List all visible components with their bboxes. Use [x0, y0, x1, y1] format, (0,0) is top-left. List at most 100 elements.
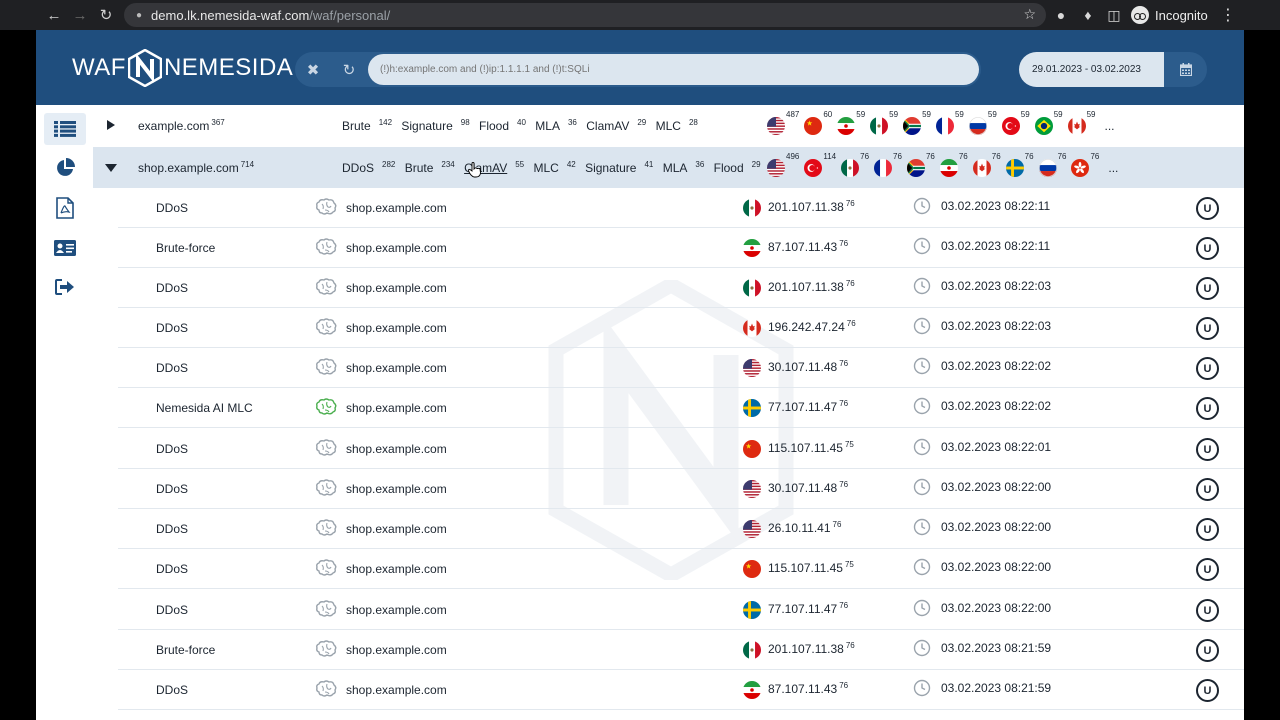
country-item[interactable]: 76: [874, 153, 902, 177]
unblock-button[interactable]: U: [1196, 277, 1219, 300]
country-item[interactable]: 59: [870, 111, 898, 135]
attack-type[interactable]: ClamAV 29: [586, 119, 646, 134]
back-icon[interactable]: ←: [41, 0, 67, 30]
unblock-button[interactable]: U: [1196, 518, 1219, 541]
calendar-button[interactable]: [1164, 52, 1207, 87]
sidepanel-icon[interactable]: ◫: [1105, 6, 1123, 24]
more-countries[interactable]: ...: [1105, 119, 1115, 133]
sidebar-item-logout[interactable]: [44, 271, 86, 303]
country-item[interactable]: 76: [1071, 153, 1099, 177]
ip-address[interactable]: 26.10.11.41 76: [768, 521, 841, 536]
attack-type[interactable]: MLA 36: [535, 119, 577, 134]
ip-address[interactable]: 115.107.11.45 75: [768, 561, 854, 576]
attack-type[interactable]: MLC 42: [533, 161, 575, 176]
extension-icon[interactable]: ●: [1052, 6, 1070, 24]
summary-row-shop[interactable]: shop.example.com 714 DDoS 282 Brute 234 Cla…: [93, 147, 1244, 188]
clear-search-button[interactable]: ✖: [295, 52, 331, 87]
attack-type[interactable]: MLA 36: [663, 161, 705, 176]
date-range-input[interactable]: 29.01.2023 - 03.02.2023: [1019, 52, 1164, 87]
country-item[interactable]: 59: [968, 111, 997, 135]
table-row[interactable]: DDoS shop.example.com 30.107.11.48 76 03.…: [118, 469, 1244, 509]
ip-address[interactable]: 201.107.11.38 76: [768, 280, 855, 295]
host-label: shop.example.com: [346, 321, 447, 335]
attack-type[interactable]: Signature 41: [585, 161, 653, 176]
refresh-button[interactable]: ↻: [331, 52, 367, 87]
ip-address[interactable]: 30.107.11.48 76: [768, 360, 848, 375]
table-row[interactable]: DDoS shop.example.com 201.107.11.38 76 03…: [118, 268, 1244, 308]
sidebar-item-profile[interactable]: [44, 232, 86, 264]
attack-type[interactable]: Brute 234: [405, 161, 455, 176]
table-row[interactable]: Brute-force shop.example.com 87.107.11.4…: [118, 228, 1244, 268]
country-item[interactable]: 59: [1067, 111, 1096, 135]
search-input[interactable]: [368, 54, 979, 85]
ip-address[interactable]: 196.242.47.24 76: [768, 320, 856, 335]
sidebar-item-statistics[interactable]: [44, 152, 86, 184]
ip-address[interactable]: 201.107.11.38 76: [768, 642, 855, 657]
country-item[interactable]: 59: [837, 111, 865, 135]
country-item[interactable]: 496: [767, 153, 799, 177]
incognito-badge[interactable]: Incognito: [1131, 5, 1208, 25]
attack-type[interactable]: DDoS 282: [342, 161, 395, 176]
table-row[interactable]: Nemesida AI MLC shop.example.com 77.107.…: [118, 388, 1244, 428]
unblock-button[interactable]: U: [1196, 438, 1219, 461]
attack-type[interactable]: Signature 98: [401, 119, 469, 134]
table-row[interactable]: DDoS shop.example.com 87.107.11.43 76 03.…: [118, 670, 1244, 710]
unblock-button[interactable]: U: [1196, 639, 1219, 662]
expand-caret-icon[interactable]: [107, 120, 115, 130]
unblock-button[interactable]: U: [1196, 397, 1219, 420]
country-item[interactable]: 76: [972, 153, 1001, 177]
unblock-button[interactable]: U: [1196, 558, 1219, 581]
sidebar-item-reports[interactable]: [44, 192, 86, 224]
country-item[interactable]: 76: [939, 153, 968, 177]
country-item[interactable]: 76: [1038, 153, 1066, 177]
country-item[interactable]: 76: [1005, 153, 1034, 177]
forward-icon[interactable]: →: [67, 0, 93, 30]
more-countries[interactable]: ...: [1108, 161, 1118, 175]
bookmark-star-icon[interactable]: ☆: [1023, 6, 1036, 23]
country-item[interactable]: 487: [767, 111, 799, 135]
sidebar-item-events[interactable]: [44, 113, 86, 145]
country-item[interactable]: 59: [1034, 111, 1063, 135]
unblock-button[interactable]: U: [1196, 599, 1219, 622]
attack-type[interactable]: Flood 40: [479, 119, 526, 134]
ip-address[interactable]: 30.107.11.48 76: [768, 481, 848, 496]
attack-type[interactable]: Brute 142: [342, 119, 392, 134]
table-row[interactable]: DDoS shop.example.com 115.107.11.45 75 03…: [118, 429, 1244, 469]
country-item[interactable]: 59: [935, 111, 964, 135]
ip-address[interactable]: 115.107.11.45 75: [768, 441, 854, 456]
ip-address[interactable]: 77.107.11.47 76: [768, 400, 848, 415]
country-item[interactable]: 76: [906, 153, 935, 177]
table-row[interactable]: DDoS shop.example.com 201.107.11.38 76 03…: [118, 188, 1244, 228]
table-row[interactable]: DDoS shop.example.com 77.107.11.47 76 03.…: [118, 590, 1244, 630]
table-row[interactable]: Brute-force shop.example.com 201.107.11.…: [118, 630, 1244, 670]
collapse-caret-icon[interactable]: [105, 164, 117, 172]
unblock-button[interactable]: U: [1196, 679, 1219, 702]
table-row[interactable]: DDoS shop.example.com 196.242.47.24 76 03…: [118, 308, 1244, 348]
country-item[interactable]: 59: [1001, 111, 1030, 135]
country-item[interactable]: 60: [804, 111, 832, 135]
refresh-icon: ↻: [342, 61, 356, 79]
unblock-button[interactable]: U: [1196, 357, 1219, 380]
attack-type[interactable]: MLC 28: [656, 119, 698, 134]
country-item[interactable]: 59: [903, 111, 931, 135]
table-row[interactable]: DDoS shop.example.com 26.10.11.41 76 03.0…: [118, 509, 1244, 549]
table-row[interactable]: DDoS shop.example.com 115.107.11.45 75 03…: [118, 549, 1244, 589]
unblock-button[interactable]: U: [1196, 237, 1219, 260]
logo[interactable]: WAF NEMESIDA: [72, 48, 293, 88]
country-item[interactable]: 114: [804, 153, 836, 177]
attack-type[interactable]: Flood 29: [714, 161, 761, 176]
puzzle-icon[interactable]: ♦: [1079, 6, 1097, 24]
country-item[interactable]: 76: [841, 153, 869, 177]
reload-icon[interactable]: ↻: [93, 0, 119, 30]
ip-address[interactable]: 201.107.11.38 76: [768, 200, 855, 215]
ip-address[interactable]: 87.107.11.43 76: [768, 682, 848, 697]
browser-menu-icon[interactable]: ⋮: [1220, 5, 1236, 25]
unblock-button[interactable]: U: [1196, 478, 1219, 501]
ip-address[interactable]: 77.107.11.47 76: [768, 602, 848, 617]
unblock-button[interactable]: U: [1196, 197, 1219, 220]
summary-row-example[interactable]: example.com 367 Brute 142 Signature 98 Floo…: [93, 105, 1244, 146]
table-row[interactable]: DDoS shop.example.com 30.107.11.48 76 03.…: [118, 348, 1244, 388]
address-bar[interactable]: ● demo.lk.nemesida-waf.com/waf/personal/…: [124, 3, 1046, 27]
ip-address[interactable]: 87.107.11.43 76: [768, 240, 848, 255]
unblock-button[interactable]: U: [1196, 317, 1219, 340]
